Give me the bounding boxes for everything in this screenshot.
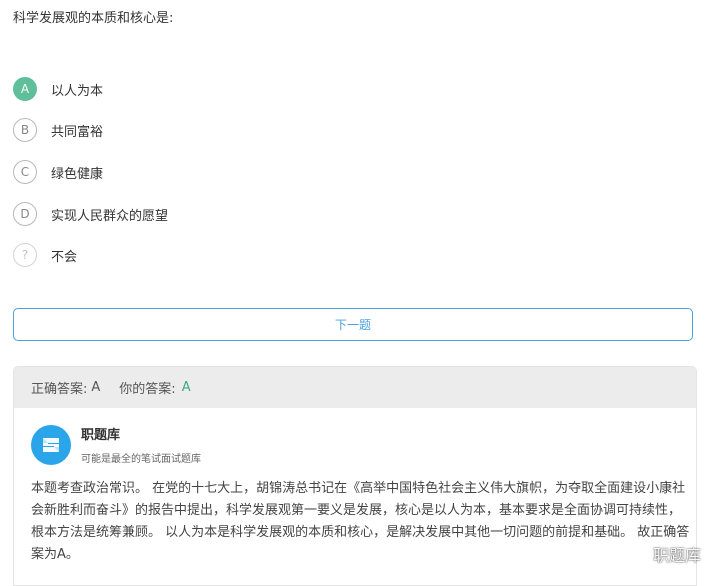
option-c[interactable]: C 绿色健康	[13, 159, 103, 185]
option-d-label: 实现人民群众的愿望	[51, 208, 169, 224]
source-description: 可能是最全的笔试面试题库	[81, 454, 201, 465]
option-a-marker: A	[13, 77, 37, 101]
source-header: 职题库 可能是最全的笔试面试题库	[31, 424, 201, 465]
question-mark-icon: ?	[13, 243, 37, 267]
option-b-label: 共同富裕	[51, 124, 104, 140]
option-d[interactable]: D 实现人民群众的愿望	[13, 201, 168, 227]
explanation-text: 本题考查政治常识。 在党的十七大上，胡锦涛总书记在《高举中国特色社会主义伟大旗帜…	[31, 481, 690, 562]
answer-panel: 正确答案: A 你的答案: A 职题库 可能是最全的笔试面试题库 本题考查政治常…	[13, 366, 697, 586]
your-answer-value: A	[181, 380, 191, 395]
option-b[interactable]: B 共同富裕	[13, 117, 103, 143]
watermark-text: 职题库	[652, 546, 701, 565]
question-text: 科学发展观的本质和核心是:	[13, 11, 174, 26]
option-d-marker: D	[13, 202, 37, 226]
your-answer-label: 你的答案:	[119, 382, 176, 397]
correct-answer-label: 正确答案:	[31, 382, 88, 397]
answer-summary-bar: 正确答案: A 你的答案: A	[14, 367, 696, 408]
option-c-marker: C	[13, 160, 37, 184]
option-unknown-label: 不会	[51, 249, 78, 265]
s-logo-icon	[31, 424, 71, 465]
source-name: 职题库	[81, 428, 121, 443]
weibo-icon	[623, 546, 647, 564]
correct-answer-value: A	[91, 380, 101, 395]
option-a-label: 以人为本	[51, 83, 104, 99]
option-unknown[interactable]: ? 不会	[13, 242, 77, 268]
watermark: 职题库	[623, 542, 701, 566]
option-b-marker: B	[13, 118, 37, 142]
option-c-label: 绿色健康	[51, 166, 104, 182]
next-question-button[interactable]: 下一题	[13, 308, 693, 341]
option-a[interactable]: A 以人为本	[13, 76, 103, 102]
